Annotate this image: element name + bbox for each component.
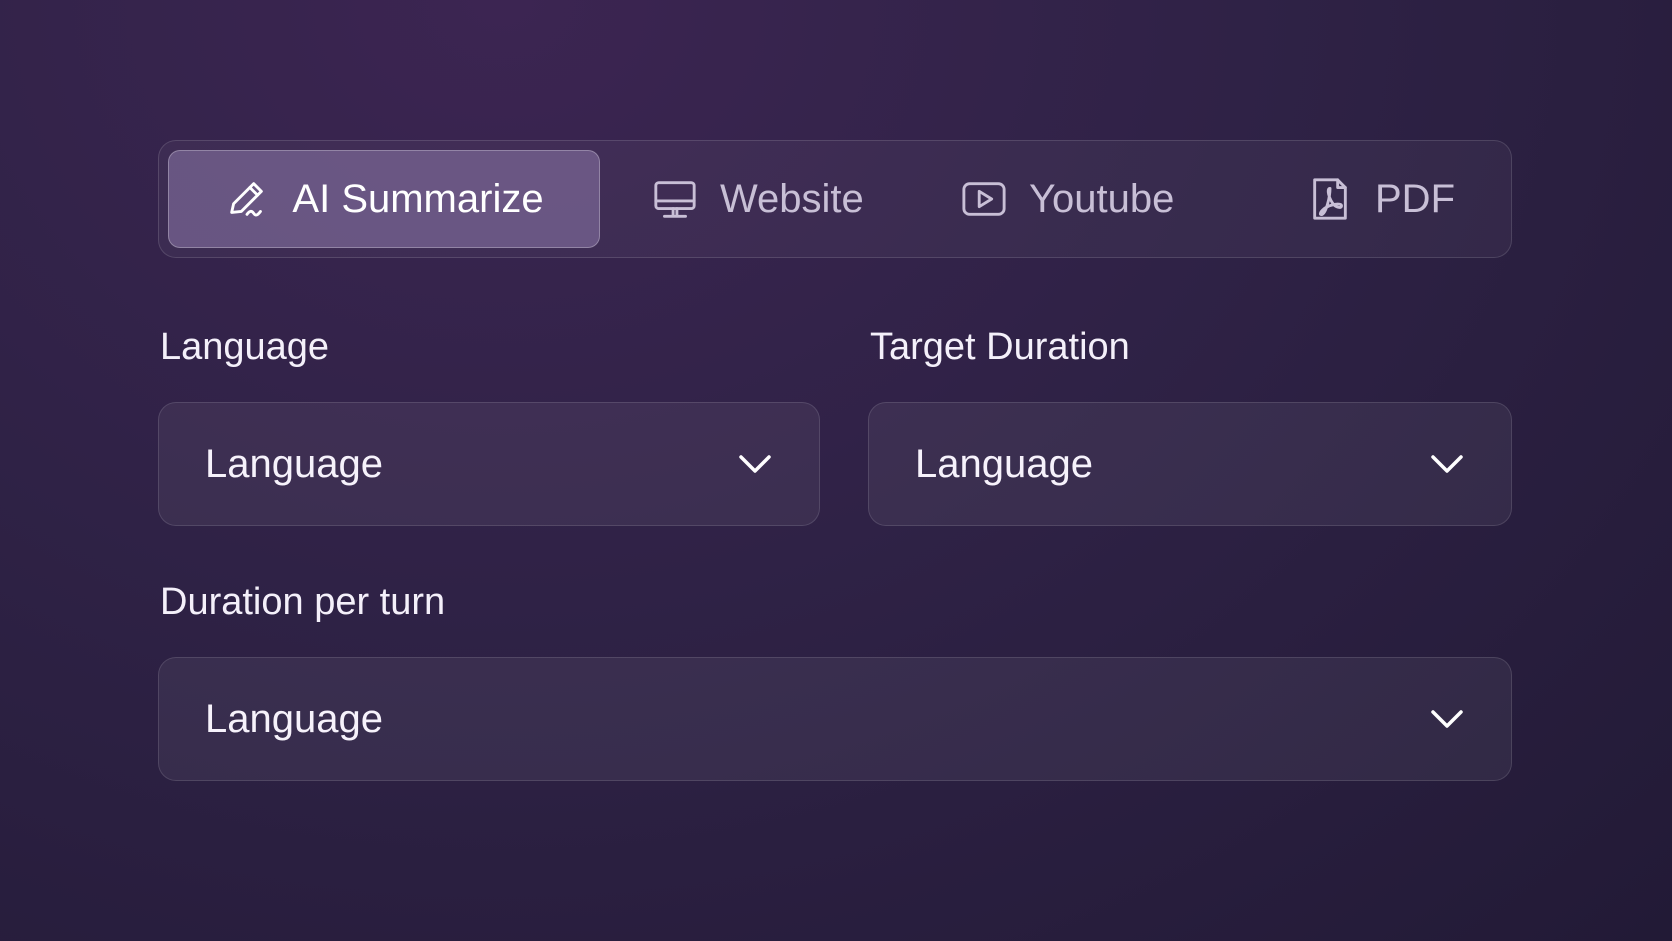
language-label: Language (160, 326, 330, 368)
target-duration-select[interactable]: Language (868, 402, 1512, 526)
chevron-down-icon (1427, 699, 1467, 739)
pen-icon (224, 176, 270, 222)
tab-label: Youtube (1029, 176, 1175, 221)
target-duration-select-value: Language (915, 441, 1093, 486)
source-tab-bar: AI Summarize Website Youtube PDF (158, 140, 1512, 258)
tab-ai-summarize[interactable]: AI Summarize (168, 150, 600, 248)
target-duration-label: Target Duration (870, 326, 1130, 368)
monitor-icon (652, 176, 698, 222)
tab-youtube[interactable]: Youtube (961, 150, 1174, 248)
tab-label: Website (720, 176, 864, 221)
tab-label: PDF (1375, 176, 1455, 221)
duration-per-turn-select[interactable]: Language (158, 657, 1512, 781)
language-select-value: Language (205, 441, 383, 486)
summarize-panel: AI Summarize Website Youtube PDF Languag… (158, 140, 1512, 781)
duration-per-turn-label: Duration per turn (160, 581, 446, 623)
chevron-down-icon (735, 444, 775, 484)
play-video-icon (961, 176, 1007, 222)
chevron-down-icon (1427, 444, 1467, 484)
pdf-file-icon (1307, 176, 1353, 222)
tab-pdf[interactable]: PDF (1307, 150, 1455, 248)
tab-website[interactable]: Website (652, 150, 864, 248)
tab-label: AI Summarize (292, 176, 544, 221)
language-select[interactable]: Language (158, 402, 820, 526)
duration-per-turn-select-value: Language (205, 696, 383, 741)
